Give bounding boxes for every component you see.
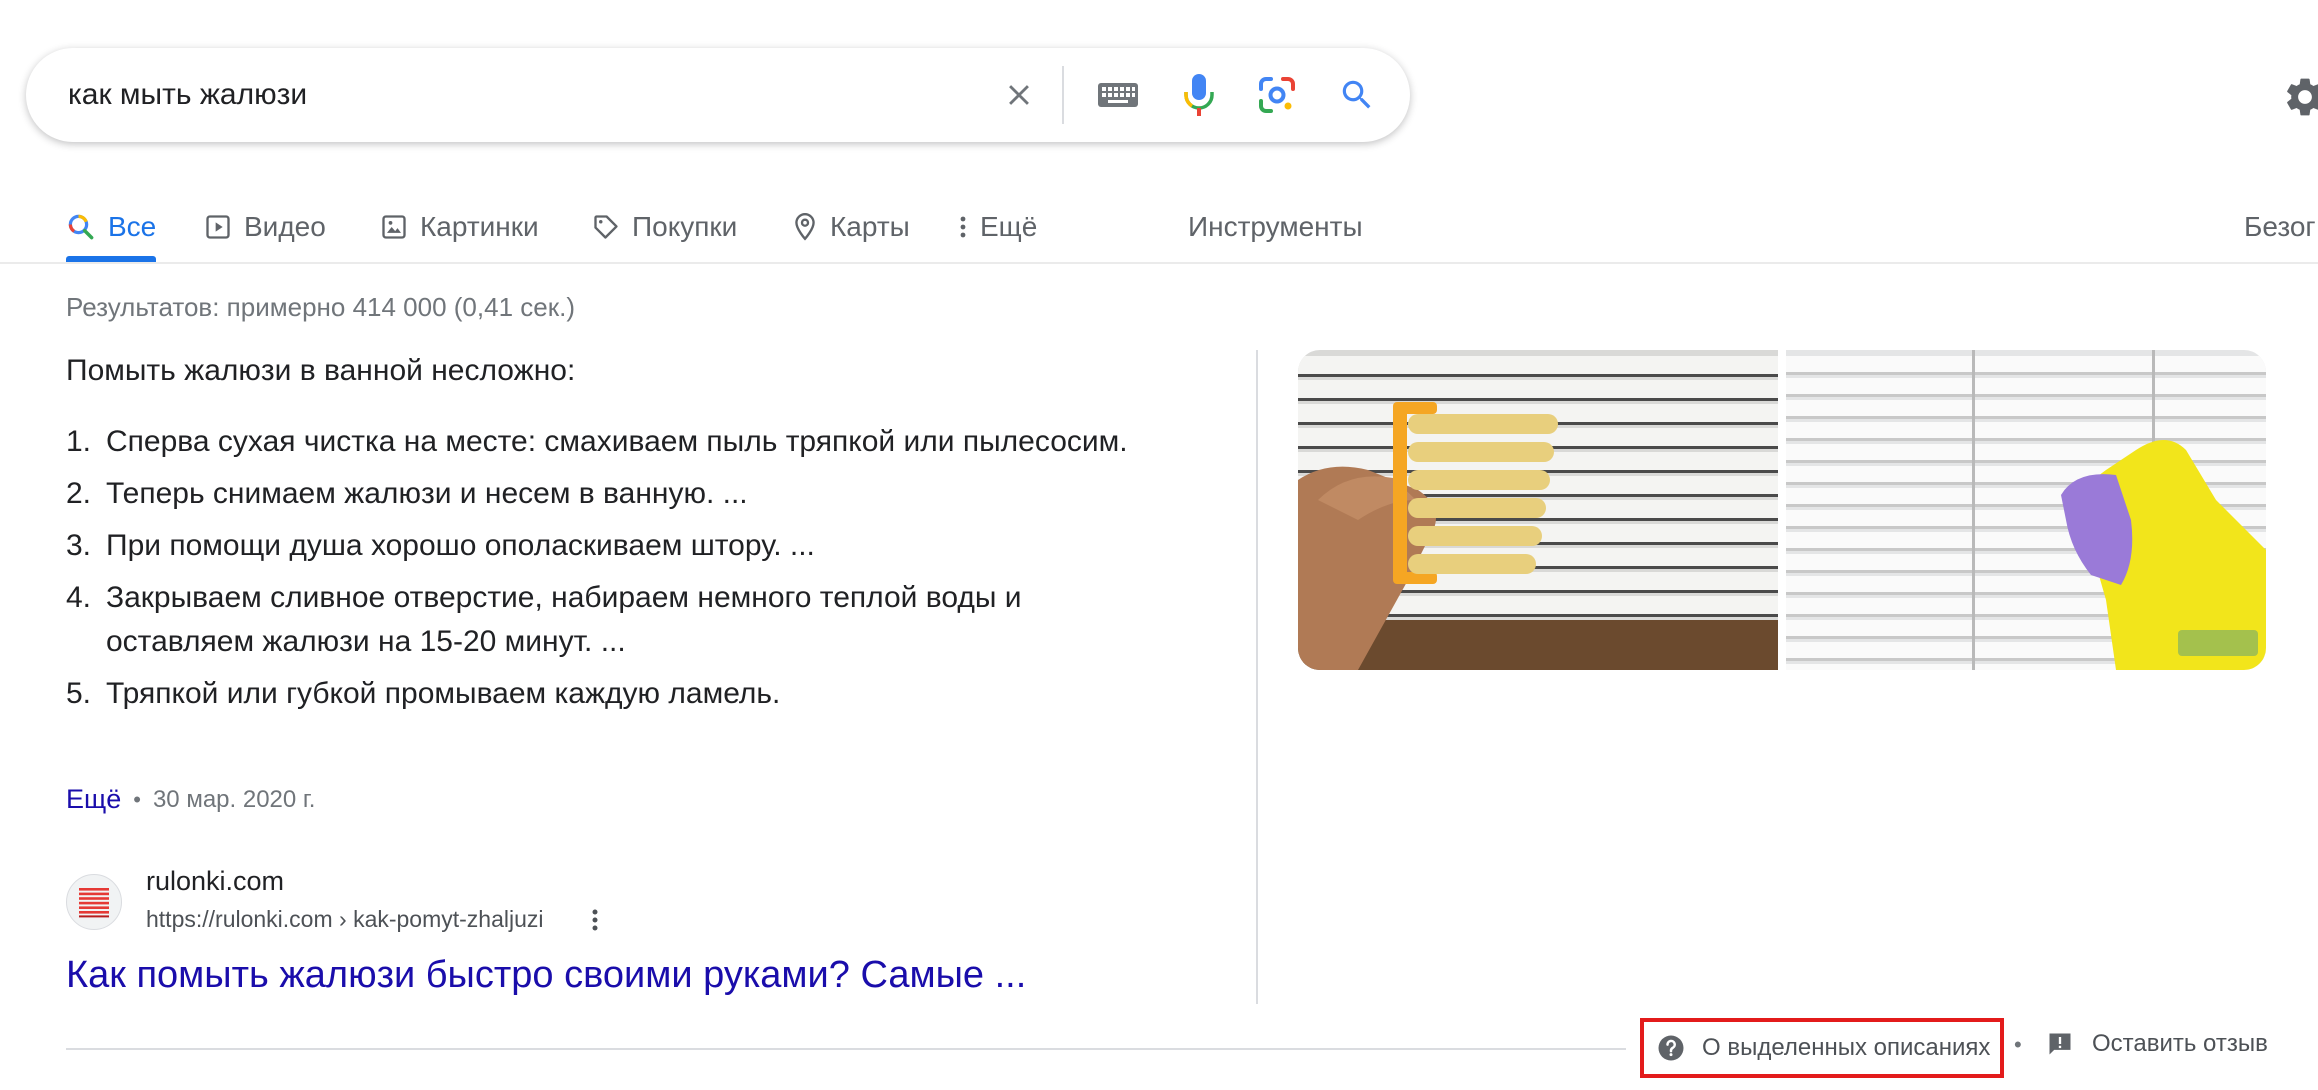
- snippet-divider: [1256, 350, 1258, 1004]
- step-number: 1.: [66, 425, 92, 458]
- step-text: Теперь снимаем жалюзи и несем в ванную. …: [106, 477, 748, 510]
- tab-more[interactable]: Ещё: [958, 200, 1037, 254]
- source-site-name[interactable]: rulonki.com: [146, 866, 284, 897]
- snippet-image-duster[interactable]: [1298, 350, 1778, 670]
- footer-divider: [66, 1048, 1626, 1050]
- about-featured-snippets-button[interactable]: О выделенных описаниях: [1640, 1018, 2004, 1078]
- snippet-step: 3. При помощи душа хорошо ополаскиваем шт…: [66, 524, 1146, 568]
- snippet-steps-list: 1. Сперва сухая чистка на месте: смахивае…: [66, 420, 1146, 724]
- tag-icon: [594, 215, 618, 239]
- separator-dot: •: [133, 786, 141, 812]
- tools-button[interactable]: Инструменты: [1188, 200, 1363, 254]
- search-tabs: Все Видео Картинки Покупки Карты Ещё Инс…: [0, 190, 2318, 264]
- search-results-page: как мыть жалюзи Все Видео Картинки Покуп…: [0, 0, 2318, 1090]
- result-options-icon[interactable]: [580, 902, 610, 938]
- feedback-label: Оставить отзыв: [2092, 1030, 2268, 1057]
- tab-label: Ещё: [980, 211, 1038, 242]
- settings-gear-icon[interactable]: [2282, 74, 2318, 120]
- tab-shopping[interactable]: Покупки: [592, 200, 737, 254]
- keyboard-icon[interactable]: [1090, 70, 1146, 120]
- more-vert-icon: [960, 216, 966, 238]
- tab-maps[interactable]: Карты: [792, 200, 910, 254]
- step-text: Сперва сухая чистка на месте: смахиваем …: [106, 425, 1128, 458]
- tab-label: Все: [108, 211, 157, 242]
- result-title-link[interactable]: Как помыть жалюзи быстро своими руками? …: [66, 954, 1026, 997]
- tab-label: Покупки: [632, 211, 738, 242]
- tabs-divider: [0, 262, 2318, 264]
- play-icon: [206, 215, 230, 239]
- feedback-button[interactable]: Оставить отзыв: [2046, 1030, 2268, 1058]
- tab-all[interactable]: Все: [66, 200, 156, 254]
- source-url[interactable]: https://rulonki.com › kak-pomyt-zhaljuzi: [146, 906, 544, 933]
- tab-images[interactable]: Картинки: [380, 200, 539, 254]
- snippet-step: 4. Закрываем сливное отверстие, набираем …: [66, 576, 1146, 664]
- site-favicon-icon: [66, 874, 122, 930]
- tab-label: Видео: [244, 211, 326, 242]
- snippet-step: 2. Теперь снимаем жалюзи и несем в ванную…: [66, 472, 1146, 516]
- about-label: О выделенных описаниях: [1702, 1034, 1991, 1061]
- tab-label: Карты: [830, 211, 910, 242]
- step-number: 3.: [66, 529, 92, 562]
- lens-camera-icon[interactable]: [1252, 70, 1302, 120]
- voice-search-icon[interactable]: [1174, 67, 1224, 123]
- separator-dot: •: [2014, 1032, 2022, 1057]
- step-number: 2.: [66, 477, 92, 510]
- search-box-divider: [1062, 66, 1064, 124]
- snippet-date: 30 мар. 2020 г.: [152, 785, 316, 813]
- tab-label: Картинки: [420, 211, 539, 242]
- result-stats: Результатов: примерно 414 000 (0,41 сек.…: [66, 292, 575, 322]
- step-text: Закрываем сливное отверстие, набираем не…: [106, 581, 1022, 658]
- clear-search-icon[interactable]: [994, 70, 1044, 120]
- more-link[interactable]: Ещё: [66, 784, 121, 815]
- snippet-step: 5. Тряпкой или губкой промываем каждую ла…: [66, 672, 1146, 716]
- help-icon: [1658, 1035, 1684, 1061]
- tools-label: Инструменты: [1188, 211, 1363, 242]
- search-box[interactable]: как мыть жалюзи: [26, 48, 1410, 142]
- step-text: При помощи душа хорошо ополаскиваем штор…: [106, 529, 815, 562]
- map-pin-icon: [795, 212, 815, 241]
- search-input[interactable]: как мыть жалюзи: [68, 78, 307, 112]
- feedback-icon: [2049, 1033, 2071, 1055]
- search-icon: [68, 214, 94, 240]
- step-number: 4.: [66, 581, 92, 614]
- snippet-image-glove[interactable]: [1786, 350, 2266, 670]
- step-text: Тряпкой или губкой промываем каждую ламе…: [106, 677, 781, 710]
- safesearch-button[interactable]: Безог: [2244, 200, 2316, 254]
- snippet-meta: Ещё • 30 мар. 2020 г.: [66, 784, 315, 815]
- tab-video[interactable]: Видео: [204, 200, 326, 254]
- image-icon: [382, 215, 406, 239]
- search-icon[interactable]: [1332, 70, 1382, 120]
- snippet-heading: Помыть жалюзи в ванной несложно:: [66, 354, 576, 387]
- safesearch-label: Безог: [2244, 211, 2316, 242]
- snippet-step: 1. Сперва сухая чистка на месте: смахивае…: [66, 420, 1146, 464]
- step-number: 5.: [66, 677, 92, 710]
